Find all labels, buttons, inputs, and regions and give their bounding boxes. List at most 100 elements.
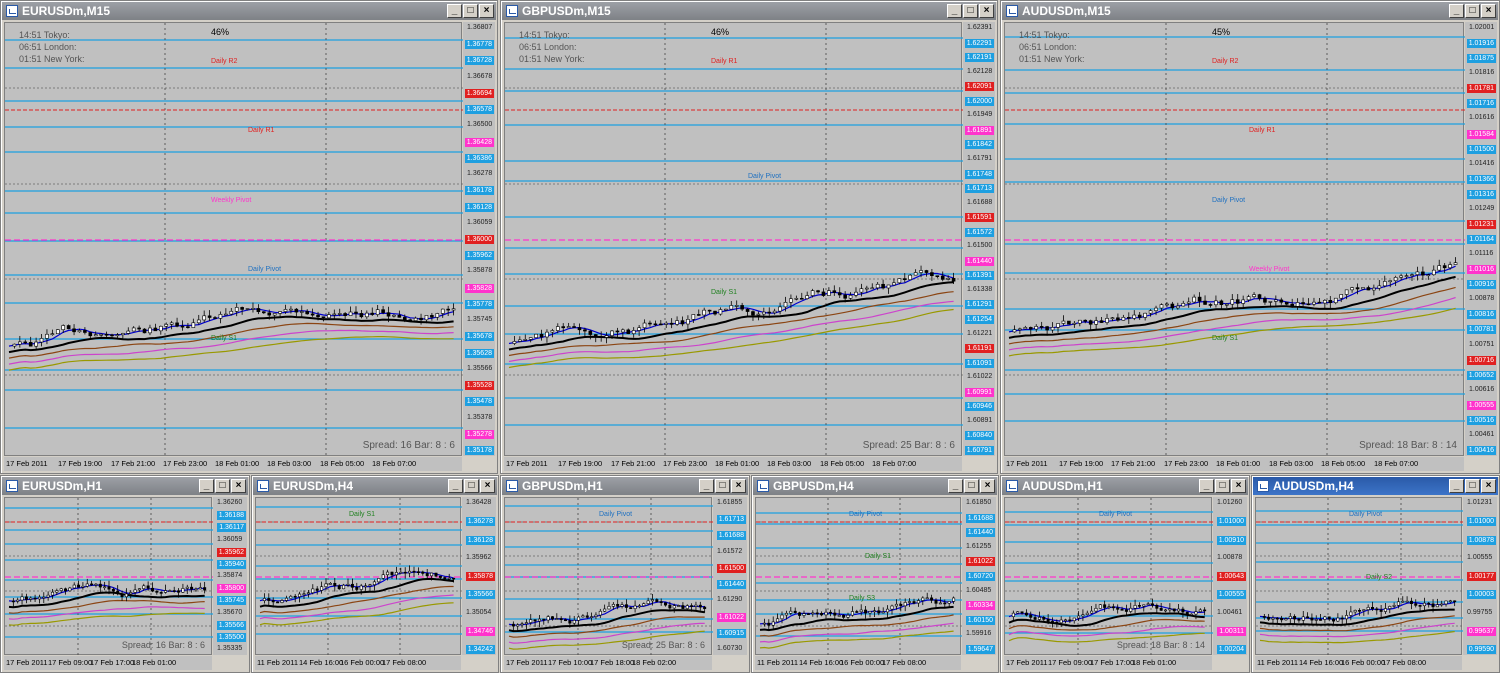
chart-window-gbpusd-h1[interactable]: GBPUSDm,H1 _ □ × Daily Pivot Spread: 25 Bar: …	[500, 475, 750, 673]
window-titlebar[interactable]: GBPUSDm,H4 _ □ ×	[753, 477, 997, 495]
price-scale[interactable]: 1.01260 1.01000 1.00910 1.00878 1.00643 1.005…	[1213, 497, 1247, 655]
price-tag: 1.35778	[464, 300, 494, 309]
candle-body	[424, 315, 429, 321]
maximize-button[interactable]: □	[1465, 479, 1480, 493]
candle-body	[299, 311, 304, 313]
close-button[interactable]: ×	[231, 479, 246, 493]
candle-body	[1274, 299, 1278, 302]
close-button[interactable]: ×	[731, 479, 746, 493]
price-scale[interactable]: 1.02001 1.01916 1.01875 1.01816 1.01781 1.017…	[1465, 22, 1497, 456]
chart-window-audusd-h1[interactable]: AUDUSDm,H1 _ □ × Daily Pivot Spread: 18 Bar: …	[1000, 475, 1250, 673]
price-chart-area[interactable]: Daily R2 Daily R1 Weekly Pivot Daily Pivot D…	[4, 22, 463, 457]
maximize-button[interactable]: □	[964, 479, 979, 493]
candle-body	[42, 596, 46, 599]
price-scale[interactable]: 1.36260 1.36188 1.36117 1.36059 1.35962 1.359…	[213, 497, 247, 655]
candle-body	[868, 611, 872, 614]
candle-body	[278, 311, 282, 314]
close-button[interactable]: ×	[979, 4, 994, 18]
maximize-button[interactable]: □	[1215, 479, 1230, 493]
candle-body	[1241, 299, 1245, 304]
price-tick: 1.36059	[217, 536, 243, 543]
price-tick: 1.01416	[1469, 160, 1495, 167]
price-tag: 1.61500	[716, 564, 746, 573]
close-button[interactable]: ×	[980, 479, 995, 493]
window-titlebar[interactable]: GBPUSDm,M15 _ □ ×	[502, 2, 996, 20]
candle-body	[1155, 604, 1159, 609]
price-scale[interactable]: 1.36807 1.36778 1.36728 1.36678 1.36694 1.365…	[463, 22, 495, 456]
window-titlebar[interactable]: EURUSDm,M15 _ □ ×	[2, 2, 496, 20]
price-tick: 1.01249	[1469, 205, 1495, 212]
candle-body	[368, 584, 372, 587]
candle-body	[677, 605, 681, 607]
chart-window-eurusd-h1[interactable]: EURUSDm,H1 _ □ × Spread: 16 Bar: 8 : 6 1.3626…	[0, 475, 250, 673]
price-tag: 1.01164	[1467, 235, 1496, 244]
price-tag: 1.00204	[1216, 645, 1246, 654]
price-chart-area[interactable]: Daily Pivot Daily S2	[1255, 497, 1463, 656]
price-scale[interactable]: 1.36428 1.36278 1.36128 1.35962 1.35878 1.355…	[462, 497, 496, 655]
close-button[interactable]: ×	[1231, 479, 1246, 493]
minimize-button[interactable]: _	[448, 479, 463, 493]
window-titlebar[interactable]: AUDUSDm,H1 _ □ ×	[1002, 477, 1248, 495]
candle-body	[827, 290, 831, 296]
price-tag: 1.36000	[464, 235, 494, 244]
price-scale[interactable]: 1.61855 1.61713 1.61688 1.61572 1.61500 1.614…	[713, 497, 747, 655]
maximize-button[interactable]: □	[215, 479, 230, 493]
chart-window-eurusd-h4[interactable]: EURUSDm,H4 _ □ × Daily S1 1.36428 1.36278 1.361…	[251, 475, 499, 673]
window-titlebar[interactable]: EURUSDm,H1 _ □ ×	[2, 477, 248, 495]
price-chart-area[interactable]: Daily S1	[255, 497, 462, 656]
chart-window-eurusd-m15[interactable]: EURUSDm,M15 _ □ × Daily R2 Daily R1 Weekly Piv…	[0, 0, 498, 474]
window-title: AUDUSDm,H1	[1022, 479, 1103, 493]
chart-window-gbpusd-h4[interactable]: GBPUSDm,H4 _ □ × Daily Pivot Daily S1 Daily S3…	[751, 475, 999, 673]
price-scale[interactable]: 1.01231 1.01000 1.00878 1.00555 1.00177 1.000…	[1463, 497, 1497, 655]
minimize-button[interactable]: _	[1449, 479, 1464, 493]
minimize-button[interactable]: _	[1449, 4, 1464, 18]
price-chart-area[interactable]: Daily R1 Daily Pivot Daily S1 14:51 Tokyo: 0…	[504, 22, 963, 457]
chart-window-audusd-m15[interactable]: AUDUSDm,M15 _ □ × Daily R2 Daily R1 Daily Pivo…	[1000, 0, 1500, 474]
candle-body	[524, 622, 528, 625]
price-scale[interactable]: 1.61850 1.61688 1.61440 1.61255 1.61022 1.607…	[962, 497, 996, 655]
candle-body	[590, 616, 594, 618]
close-button[interactable]: ×	[1481, 479, 1496, 493]
maximize-button[interactable]: □	[464, 479, 479, 493]
maximize-button[interactable]: □	[463, 4, 478, 18]
minimize-button[interactable]: _	[948, 479, 963, 493]
price-chart-area[interactable]: Daily R2 Daily R1 Daily Pivot Weekly Pivot D…	[1004, 22, 1465, 457]
price-tag: 1.35566	[216, 621, 246, 630]
candle-body	[780, 614, 784, 620]
minimize-button[interactable]: _	[947, 4, 962, 18]
candle-body	[843, 294, 847, 299]
candle-body	[762, 311, 766, 315]
maximize-button[interactable]: □	[1465, 4, 1480, 18]
close-button[interactable]: ×	[1481, 4, 1496, 18]
minimize-button[interactable]: _	[199, 479, 214, 493]
candle-body	[675, 320, 679, 325]
close-button[interactable]: ×	[479, 4, 494, 18]
candle-body	[698, 604, 702, 608]
candle-body	[1271, 617, 1275, 620]
candle-body	[1440, 603, 1444, 606]
pivot-level-label: Daily R1	[1249, 127, 1276, 134]
price-tag: 1.36386	[464, 154, 494, 163]
price-chart-area[interactable]: Daily Pivot Daily S1 Daily S3	[755, 497, 962, 656]
candle-body	[607, 605, 611, 610]
price-chart-area[interactable]: Daily Pivot Spread: 25 Bar: 8 : 6	[504, 497, 713, 656]
price-scale[interactable]: 1.62391 1.62291 1.62191 1.62128 1.62091 1.620…	[963, 22, 995, 456]
minimize-button[interactable]: _	[447, 4, 462, 18]
price-chart-area[interactable]: Daily Pivot Spread: 18 Bar: 8 : 14	[1004, 497, 1213, 656]
maximize-button[interactable]: □	[963, 4, 978, 18]
window-titlebar[interactable]: AUDUSDm,H4 _ □ ×	[1253, 477, 1498, 495]
time-tick: 17 Feb 2011	[506, 459, 548, 468]
chart-window-gbpusd-m15[interactable]: GBPUSDm,M15 _ □ × Daily R1 Daily Pivot Daily S…	[500, 0, 998, 474]
minimize-button[interactable]: _	[1199, 479, 1214, 493]
maximize-button[interactable]: □	[715, 479, 730, 493]
candle-body	[534, 333, 538, 338]
window-titlebar[interactable]: GBPUSDm,H1 _ □ ×	[502, 477, 748, 495]
chart-window-audusd-h4[interactable]: AUDUSDm,H4 _ □ × Daily Pivot Daily S2 1.01231 1…	[1251, 475, 1500, 673]
window-titlebar[interactable]: EURUSDm,H4 _ □ ×	[253, 477, 497, 495]
candle-body	[164, 324, 169, 327]
minimize-button[interactable]: _	[699, 479, 714, 493]
close-button[interactable]: ×	[480, 479, 495, 493]
price-chart-area[interactable]: Spread: 16 Bar: 8 : 6	[4, 497, 213, 656]
candle-body	[1072, 617, 1076, 621]
window-titlebar[interactable]: AUDUSDm,M15 _ □ ×	[1002, 2, 1498, 20]
